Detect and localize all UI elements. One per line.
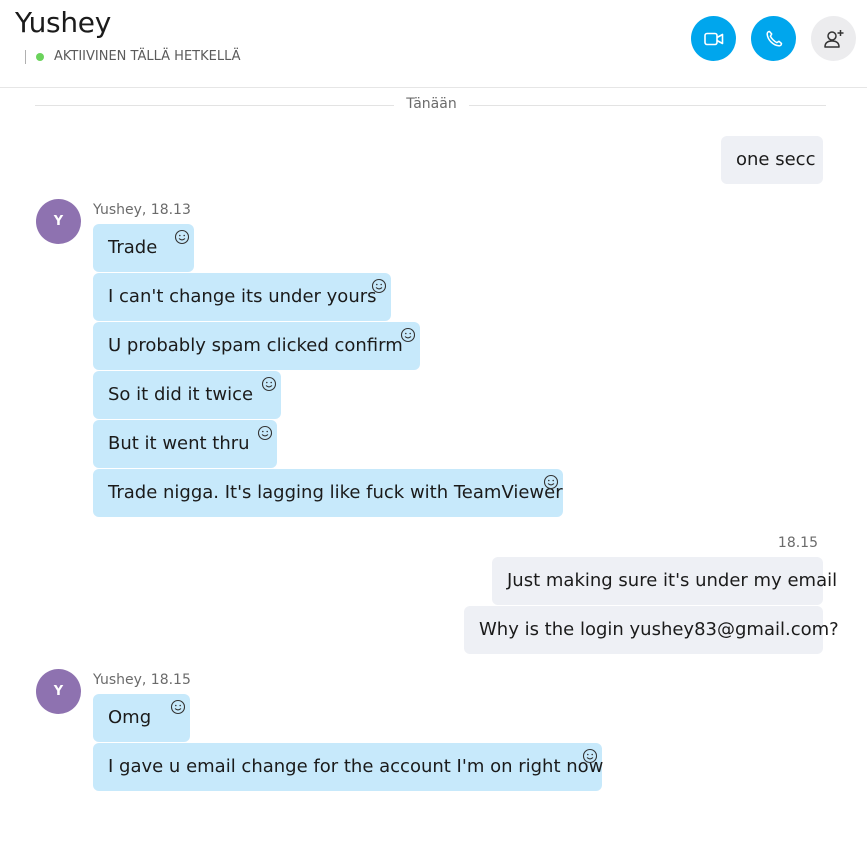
chat-header: Yushey AKTIIVINEN TÄLLÄ HETKELLÄ <box>0 0 867 88</box>
message-text: I can't change its under yours <box>108 286 377 307</box>
outgoing-message[interactable]: Why is the login yushey83@gmail.com? <box>464 606 839 654</box>
add-person-icon <box>823 29 843 48</box>
outgoing-message[interactable]: Just making sure it's under my email <box>492 557 837 605</box>
smiley-react-icon[interactable] <box>543 474 559 490</box>
smiley-react-icon[interactable] <box>174 229 190 245</box>
smiley-react-icon[interactable] <box>261 376 277 392</box>
outgoing-message[interactable]: one secc <box>721 136 823 184</box>
incoming-message[interactable]: I gave u email change for the account I'… <box>93 743 604 791</box>
incoming-message[interactable]: Omg <box>93 694 190 742</box>
message-text: But it went thru <box>108 433 250 454</box>
avatar[interactable]: Y <box>36 199 81 244</box>
message-text: I gave u email change for the account I'… <box>108 756 604 777</box>
message-meta: Yushey, 18.15 <box>93 672 191 688</box>
smiley-react-icon[interactable] <box>170 699 186 715</box>
message-time: 18.15 <box>777 535 818 551</box>
incoming-message[interactable]: I can't change its under yours <box>93 273 391 321</box>
incoming-message[interactable]: But it went thru <box>93 420 277 468</box>
smiley-react-icon[interactable] <box>582 748 598 764</box>
avatar[interactable]: Y <box>36 669 81 714</box>
message-text: Why is the login yushey83@gmail.com? <box>479 619 839 640</box>
incoming-message[interactable]: Trade nigga. It's lagging like fuck with… <box>93 469 563 517</box>
presence-status-label: AKTIIVINEN TÄLLÄ HETKELLÄ <box>54 49 241 64</box>
smiley-react-icon[interactable] <box>257 425 273 441</box>
message-text: Just making sure it's under my email <box>507 570 838 591</box>
online-dot-icon <box>36 52 44 61</box>
incoming-message[interactable]: So it did it twice <box>93 371 281 419</box>
video-camera-icon <box>703 32 723 45</box>
add-participant-button[interactable] <box>811 16 856 61</box>
presence-status: AKTIIVINEN TÄLLÄ HETKELLÄ <box>25 49 241 64</box>
message-text: Trade nigga. It's lagging like fuck with… <box>108 482 563 503</box>
smiley-react-icon[interactable] <box>400 327 416 343</box>
date-divider-label: Tänään <box>406 96 457 112</box>
date-divider: Tänään <box>35 96 826 114</box>
message-text: Trade <box>108 237 158 258</box>
contact-name[interactable]: Yushey <box>15 6 111 39</box>
avatar-initial: Y <box>53 684 64 699</box>
incoming-message[interactable]: U probably spam clicked confirm <box>93 322 420 370</box>
smiley-react-icon[interactable] <box>371 278 387 294</box>
message-text: one secc <box>736 149 816 170</box>
message-meta: Yushey, 18.13 <box>93 202 191 218</box>
message-text: U probably spam clicked confirm <box>108 335 403 356</box>
audio-call-button[interactable] <box>751 16 796 61</box>
incoming-message[interactable]: Trade <box>93 224 194 272</box>
avatar-initial: Y <box>53 214 64 229</box>
phone-icon <box>765 30 782 47</box>
divider-line-right <box>469 105 826 106</box>
divider-line-left <box>35 105 394 106</box>
status-divider <box>25 49 26 64</box>
message-text: Omg <box>108 707 152 728</box>
message-text: So it did it twice <box>108 384 254 405</box>
video-call-button[interactable] <box>691 16 736 61</box>
